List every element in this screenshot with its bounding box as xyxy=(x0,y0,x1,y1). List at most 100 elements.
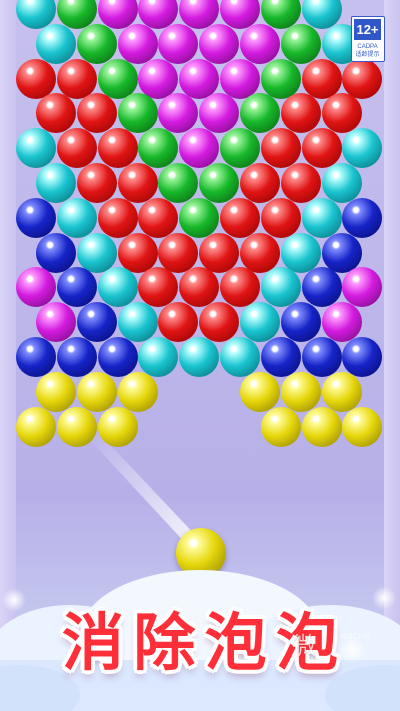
purple-bubble xyxy=(16,267,56,308)
red-bubble xyxy=(158,232,199,273)
cyan-bubble xyxy=(321,163,362,203)
blue-bubble xyxy=(342,337,383,377)
yellow-bubble xyxy=(240,371,280,412)
green-bubble xyxy=(260,58,301,99)
blue-bubble xyxy=(56,267,97,308)
red-bubble xyxy=(117,163,158,203)
age-rating-badge: 12+ CADPA 适龄提示 xyxy=(351,16,385,62)
blue-bubble xyxy=(16,197,56,238)
yellow-bubble xyxy=(321,371,362,412)
blue-bubble xyxy=(56,337,97,377)
red-bubble xyxy=(220,267,260,308)
green-bubble xyxy=(117,93,158,134)
blue-bubble xyxy=(301,267,342,308)
cyan-bubble xyxy=(280,232,321,273)
red-bubble xyxy=(56,128,97,169)
red-bubble xyxy=(260,197,301,238)
purple-bubble xyxy=(240,23,280,64)
red-bubble xyxy=(342,58,383,99)
cyan-bubble xyxy=(97,267,138,308)
cyan-bubble xyxy=(240,302,280,343)
cyan-bubble xyxy=(342,128,383,169)
red-bubble xyxy=(199,232,240,273)
title-char-1: 消 xyxy=(62,606,125,679)
red-bubble xyxy=(280,163,321,203)
red-bubble xyxy=(138,197,179,238)
cyan-bubble xyxy=(179,337,220,377)
cyan-bubble xyxy=(138,337,179,377)
purple-bubble xyxy=(342,267,383,308)
cyan-bubble xyxy=(76,232,117,273)
red-bubble xyxy=(16,58,56,99)
red-bubble xyxy=(280,93,321,134)
cyan-bubble xyxy=(36,163,76,203)
cyan-bubble xyxy=(56,197,97,238)
purple-bubble xyxy=(321,302,362,343)
purple-bubble xyxy=(220,58,260,99)
red-bubble xyxy=(240,163,280,203)
title-char-3: 泡 xyxy=(204,606,267,679)
yellow-bubble xyxy=(117,371,158,412)
purple-bubble xyxy=(158,93,199,134)
green-bubble xyxy=(97,58,138,99)
purple-bubble xyxy=(199,23,240,64)
purple-bubble xyxy=(199,93,240,134)
red-bubble xyxy=(179,267,220,308)
yellow-bubble xyxy=(97,406,138,447)
red-bubble xyxy=(97,197,138,238)
green-bubble xyxy=(220,128,260,169)
cyan-bubble xyxy=(260,267,301,308)
age-rating-org: CADPA xyxy=(357,44,378,50)
cyan-bubble xyxy=(16,128,56,169)
red-bubble xyxy=(117,232,158,273)
cyan-bubble xyxy=(301,197,342,238)
red-bubble xyxy=(76,93,117,134)
blue-bubble xyxy=(321,232,362,273)
blue-bubble xyxy=(342,197,383,238)
red-bubble xyxy=(301,128,342,169)
green-bubble xyxy=(179,197,220,238)
green-bubble xyxy=(280,23,321,64)
blue-bubble xyxy=(280,302,321,343)
red-bubble xyxy=(220,197,260,238)
green-bubble xyxy=(138,128,179,169)
watermark: 微 WXCHA xyxy=(292,626,392,666)
red-bubble xyxy=(260,128,301,169)
red-bubble xyxy=(97,128,138,169)
yellow-bubble xyxy=(36,371,76,412)
purple-bubble xyxy=(179,128,220,169)
blue-bubble xyxy=(76,302,117,343)
game-screen: 消 除 泡 泡 微 WXCHA 12+ CADPA 适龄提示 xyxy=(0,0,400,711)
blue-bubble xyxy=(301,337,342,377)
blue-bubble xyxy=(97,337,138,377)
red-bubble xyxy=(56,58,97,99)
title-char-2: 除 xyxy=(133,606,196,679)
yellow-bubble xyxy=(260,406,301,447)
blue-bubble xyxy=(260,337,301,377)
red-bubble xyxy=(321,93,362,134)
red-bubble xyxy=(158,302,199,343)
green-bubble xyxy=(199,163,240,203)
cyan-bubble xyxy=(117,302,158,343)
watermark-main: 微 xyxy=(292,632,316,660)
red-bubble xyxy=(138,267,179,308)
yellow-bubble xyxy=(301,406,342,447)
blue-bubble xyxy=(36,232,76,273)
purple-bubble xyxy=(158,23,199,64)
yellow-bubble xyxy=(56,406,97,447)
red-bubble xyxy=(36,93,76,134)
yellow-bubble xyxy=(16,406,56,447)
red-bubble xyxy=(301,58,342,99)
yellow-bubble xyxy=(280,371,321,412)
yellow-bubble xyxy=(342,406,383,447)
red-bubble xyxy=(240,232,280,273)
red-bubble xyxy=(199,302,240,343)
blue-bubble xyxy=(16,337,56,377)
green-bubble xyxy=(76,23,117,64)
green-bubble xyxy=(240,93,280,134)
red-bubble xyxy=(76,163,117,203)
purple-bubble xyxy=(117,23,158,64)
purple-bubble xyxy=(36,302,76,343)
green-bubble xyxy=(158,163,199,203)
age-rating-hint: 适龄提示 xyxy=(355,51,380,58)
